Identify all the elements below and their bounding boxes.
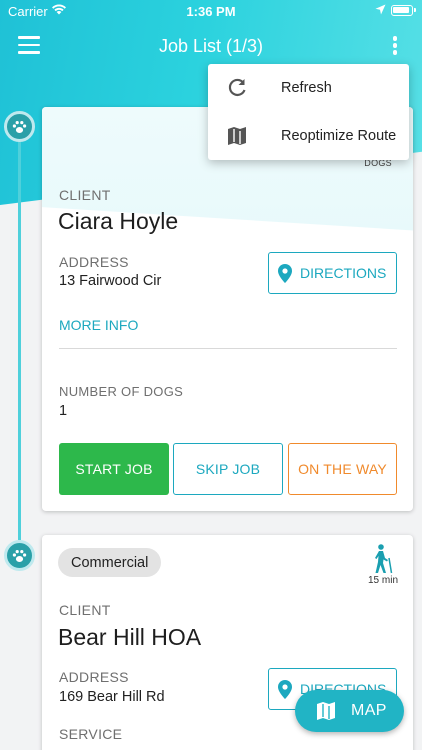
skip-job-button[interactable]: SKIP JOB xyxy=(173,443,283,495)
status-bar: Carrier 1:36 PM xyxy=(0,0,422,22)
menu-item-label: Refresh xyxy=(281,80,332,96)
address-label: ADDRESS xyxy=(59,254,129,270)
dogs-count-value: 1 xyxy=(59,403,68,419)
directions-button[interactable]: DIRECTIONS xyxy=(268,252,397,294)
refresh-icon xyxy=(228,78,246,97)
map-button-label: MAP xyxy=(351,702,387,719)
address-value: 13 Fairwood Cir xyxy=(59,273,162,289)
map-button[interactable]: MAP xyxy=(295,690,404,732)
battery-icon xyxy=(391,5,416,16)
menu-item-reoptimize-route[interactable]: Reoptimize Route xyxy=(208,112,409,160)
client-label: CLIENT xyxy=(59,187,111,203)
more-info-link[interactable]: MORE INFO xyxy=(59,317,138,333)
page-title: Job List (1/3) xyxy=(158,36,264,56)
job-card[interactable]: DOGS CLIENT Ciara Hoyle ADDRESS 13 Fairw… xyxy=(42,107,413,511)
client-label: CLIENT xyxy=(59,602,111,618)
walking-person-icon xyxy=(375,544,393,574)
map-icon xyxy=(317,702,335,720)
address-value: 169 Bear Hill Rd xyxy=(59,689,165,705)
directions-label: DIRECTIONS xyxy=(300,265,387,281)
location-arrow-icon xyxy=(375,4,386,15)
more-options-icon[interactable] xyxy=(390,36,400,58)
paw-icon xyxy=(4,111,35,142)
location-pin-icon xyxy=(278,679,292,699)
menu-item-label: Reoptimize Route xyxy=(281,128,397,144)
map-icon xyxy=(228,127,246,145)
divider xyxy=(59,348,397,349)
job-type-badge: Commercial xyxy=(58,548,162,577)
service-label: SERVICE xyxy=(59,726,123,742)
menu-item-refresh[interactable]: Refresh xyxy=(208,64,409,112)
start-job-button[interactable]: START JOB xyxy=(59,443,169,495)
location-pin-icon xyxy=(278,263,292,283)
on-the-way-button[interactable]: ON THE WAY xyxy=(288,443,397,495)
client-name: Bear Hill HOA xyxy=(58,624,202,650)
address-label: ADDRESS xyxy=(59,669,129,685)
timeline-line xyxy=(18,140,21,540)
client-name: Ciara Hoyle xyxy=(58,208,179,234)
dogs-count-label: NUMBER OF DOGS xyxy=(59,384,184,399)
walk-time: 15 min xyxy=(367,575,398,586)
clock: 1:36 PM xyxy=(186,4,236,19)
paw-icon xyxy=(4,540,35,571)
overflow-menu: Refresh Reoptimize Route xyxy=(208,64,409,160)
